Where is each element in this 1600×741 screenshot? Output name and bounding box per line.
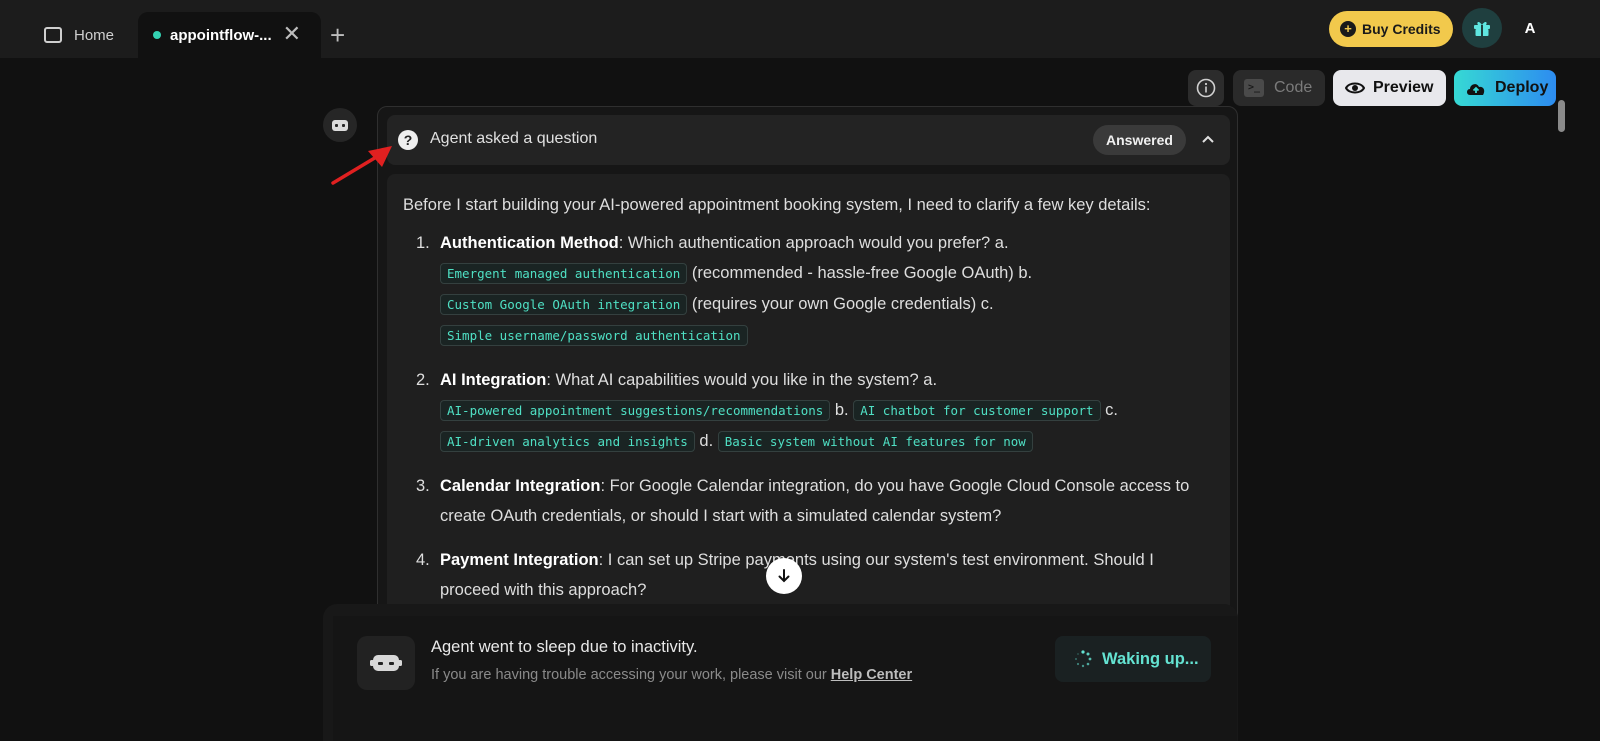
annotation-arrow-icon: [331, 146, 392, 185]
chevron-up-icon[interactable]: [1199, 131, 1217, 149]
list-number: 3.: [416, 477, 430, 495]
info-icon: [1196, 78, 1216, 98]
list-item: 4. Payment Integration: I can set up Str…: [403, 545, 1214, 605]
close-icon[interactable]: ✕: [283, 22, 301, 46]
gift-button[interactable]: [1462, 8, 1502, 48]
eye-icon: [1345, 80, 1365, 96]
question-list: 1. Authentication Method: Which authenti…: [403, 228, 1214, 605]
option-code: Emergent managed authentication: [440, 263, 688, 284]
home-icon: [44, 27, 62, 43]
item-heading: Calendar Integration: [440, 477, 601, 495]
status-dot-icon: [153, 31, 161, 39]
code-button[interactable]: >_ Code: [1233, 70, 1325, 106]
buy-credits-button[interactable]: + Buy Credits: [1329, 11, 1453, 47]
info-button[interactable]: [1188, 70, 1224, 106]
item-heading: Payment Integration: [440, 551, 599, 569]
item-text: : What AI capabilities would you like in…: [546, 371, 938, 389]
deploy-button[interactable]: Deploy: [1454, 70, 1556, 106]
sleep-title: Agent went to sleep due to inactivity.: [431, 638, 698, 656]
gift-icon: [1474, 21, 1490, 36]
spinner-icon: [1074, 650, 1092, 668]
list-item: 3. Calendar Integration: For Google Cale…: [403, 471, 1214, 531]
scrollbar[interactable]: [1558, 100, 1565, 132]
question-header[interactable]: ? Agent asked a question Answered: [387, 115, 1230, 165]
list-item: 2. AI Integration: What AI capabilities …: [403, 365, 1214, 457]
question-icon: ?: [398, 130, 418, 150]
coin-icon: +: [1340, 21, 1356, 37]
waking-up-button[interactable]: Waking up...: [1055, 636, 1211, 682]
sleep-robot-tile: [357, 636, 415, 690]
option-code: AI-powered appointment suggestions/recom…: [440, 400, 831, 421]
sleep-subtitle: If you are having trouble accessing your…: [431, 667, 912, 683]
item-text: (requires your own Google credentials) c…: [687, 295, 994, 313]
list-item: 1. Authentication Method: Which authenti…: [403, 228, 1214, 351]
help-center-link[interactable]: Help Center: [831, 667, 912, 683]
agent-avatar: [323, 108, 357, 142]
option-code: AI chatbot for customer support: [853, 400, 1101, 421]
preview-label: Preview: [1373, 79, 1434, 96]
option-code: Custom Google OAuth integration: [440, 294, 688, 315]
buy-credits-label: Buy Credits: [1362, 21, 1441, 37]
question-body: Before I start building your AI-powered …: [387, 174, 1230, 625]
plus-icon[interactable]: +: [330, 20, 345, 50]
tab-project-label: appointflow-...: [170, 26, 272, 44]
avatar[interactable]: A: [1510, 8, 1550, 48]
cloud-upload-icon: [1465, 80, 1487, 96]
terminal-icon: >_: [1244, 79, 1264, 97]
item-text: c.: [1100, 401, 1118, 419]
sleep-subtitle-text: If you are having trouble accessing your…: [431, 667, 831, 683]
tab-home[interactable]: Home: [28, 12, 136, 58]
question-intro: Before I start building your AI-powered …: [403, 196, 1151, 214]
item-heading: AI Integration: [440, 371, 547, 389]
list-number: 4.: [416, 551, 430, 569]
item-text: : Which authentication approach would yo…: [618, 234, 1009, 252]
robot-icon: [332, 120, 348, 131]
item-text: d.: [694, 432, 718, 450]
item-heading: Authentication Method: [440, 234, 619, 252]
arrow-down-icon: [778, 569, 790, 583]
list-number: 2.: [416, 371, 430, 389]
status-badge: Answered: [1093, 125, 1186, 155]
option-code: AI-driven analytics and insights: [440, 431, 695, 452]
agent-question-card: ? Agent asked a question Answered Before…: [377, 106, 1238, 626]
waking-up-label: Waking up...: [1102, 649, 1199, 668]
question-title: Agent asked a question: [430, 130, 598, 147]
option-code: Basic system without AI features for now: [717, 431, 1033, 452]
deploy-label: Deploy: [1495, 79, 1549, 96]
option-code: Simple username/password authentication: [440, 325, 748, 346]
preview-button[interactable]: Preview: [1333, 70, 1446, 106]
tab-project[interactable]: appointflow-... ✕: [138, 12, 321, 58]
scroll-down-button[interactable]: [766, 558, 802, 594]
item-text: b.: [830, 401, 854, 419]
code-label: Code: [1274, 79, 1313, 96]
robot-icon: [370, 655, 402, 671]
list-number: 1.: [416, 234, 430, 252]
tab-home-label: Home: [74, 26, 115, 44]
item-text: (recommended - hassle-free Google OAuth)…: [687, 264, 1033, 282]
